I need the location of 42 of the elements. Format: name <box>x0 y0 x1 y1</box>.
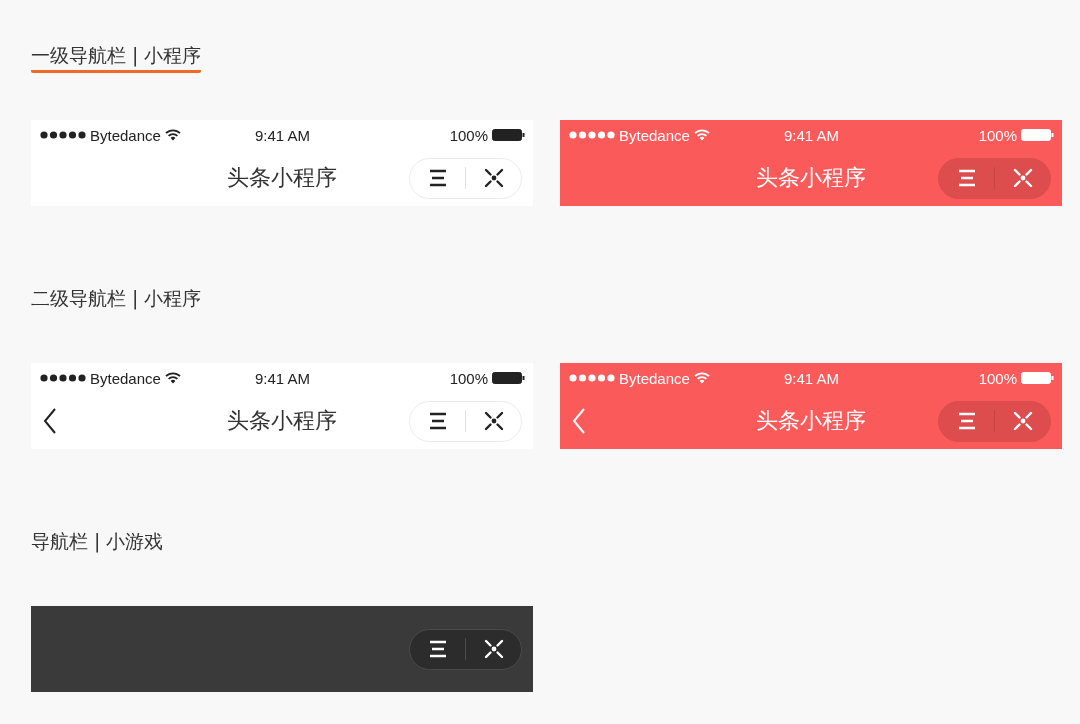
battery-percent: 100% <box>978 126 1017 144</box>
carrier-name: Bytedance <box>90 126 161 144</box>
status-time: 9:41 AM <box>783 369 839 387</box>
battery-icon <box>1021 129 1054 141</box>
close-icon <box>483 168 504 188</box>
signal-icon <box>569 374 615 382</box>
close-icon <box>483 411 504 431</box>
menu-icon <box>957 412 976 430</box>
signal-icon <box>40 131 86 139</box>
battery-icon <box>1021 372 1054 384</box>
wifi-icon <box>164 129 181 141</box>
page-title: 头条小程序 <box>227 407 337 435</box>
menu-icon <box>957 169 976 187</box>
status-time: 9:41 AM <box>254 126 310 144</box>
wifi-icon <box>693 129 710 141</box>
close-icon <box>1012 411 1033 431</box>
status-time: 9:41 AM <box>783 126 839 144</box>
back-button[interactable] <box>43 408 57 434</box>
page-title: 头条小程序 <box>756 407 866 435</box>
carrier-name: Bytedance <box>619 126 690 144</box>
menu-icon <box>428 169 447 187</box>
battery-icon <box>492 372 525 384</box>
wifi-icon <box>164 372 181 384</box>
page-title: 头条小程序 <box>227 164 337 192</box>
battery-percent: 100% <box>978 369 1017 387</box>
carrier-name: Bytedance <box>90 369 161 387</box>
menu-icon <box>428 640 447 658</box>
section-heading: 二级导航栏 | 小程序 <box>31 286 202 312</box>
section-heading: 一级导航栏 | 小程序 <box>31 42 202 73</box>
battery-icon <box>492 129 525 141</box>
page-title: 头条小程序 <box>756 164 866 192</box>
close-icon <box>1012 168 1033 188</box>
carrier-name: Bytedance <box>619 369 690 387</box>
battery-percent: 100% <box>449 126 488 144</box>
close-icon <box>483 639 504 659</box>
signal-icon <box>569 131 615 139</box>
battery-percent: 100% <box>449 369 488 387</box>
section-heading: 导航栏 | 小游戏 <box>31 529 164 555</box>
wifi-icon <box>693 372 710 384</box>
menu-icon <box>428 412 447 430</box>
status-time: 9:41 AM <box>254 369 310 387</box>
signal-icon <box>40 374 86 382</box>
